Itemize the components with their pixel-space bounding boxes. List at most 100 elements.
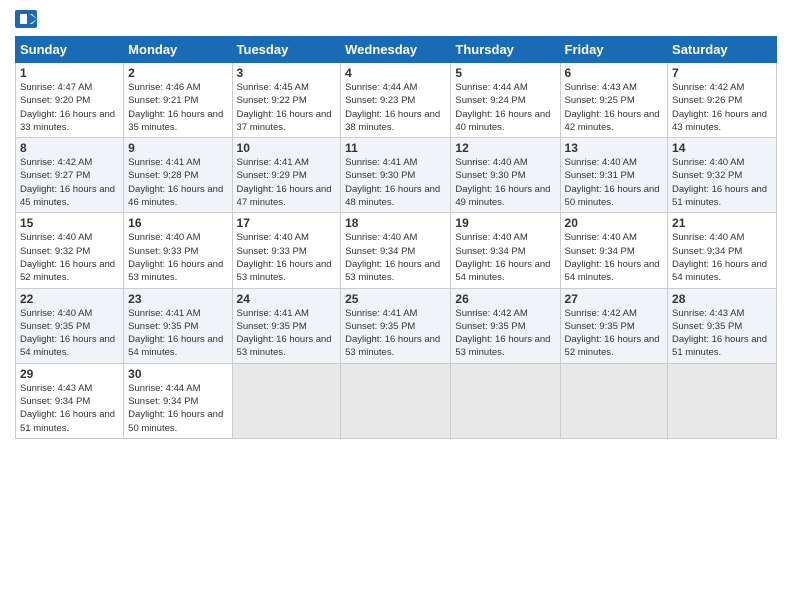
day-info: Sunrise: 4:44 AMSunset: 9:34 PMDaylight:… <box>128 383 223 434</box>
day-number: 20 <box>565 216 664 230</box>
calendar-cell: 10 Sunrise: 4:41 AMSunset: 9:29 PMDaylig… <box>232 138 341 213</box>
day-number: 30 <box>128 367 227 381</box>
week-row-4: 22 Sunrise: 4:40 AMSunset: 9:35 PMDaylig… <box>16 288 777 363</box>
calendar-cell <box>341 363 451 438</box>
week-row-2: 8 Sunrise: 4:42 AMSunset: 9:27 PMDayligh… <box>16 138 777 213</box>
day-number: 28 <box>672 292 772 306</box>
calendar-cell: 29 Sunrise: 4:43 AMSunset: 9:34 PMDaylig… <box>16 363 124 438</box>
day-info: Sunrise: 4:41 AMSunset: 9:35 PMDaylight:… <box>128 308 223 359</box>
calendar-cell: 4 Sunrise: 4:44 AMSunset: 9:23 PMDayligh… <box>341 63 451 138</box>
week-row-1: 1 Sunrise: 4:47 AMSunset: 9:20 PMDayligh… <box>16 63 777 138</box>
calendar-cell: 20 Sunrise: 4:40 AMSunset: 9:34 PMDaylig… <box>560 213 668 288</box>
day-info: Sunrise: 4:41 AMSunset: 9:28 PMDaylight:… <box>128 157 223 208</box>
weekday-header-thursday: Thursday <box>451 37 560 63</box>
day-info: Sunrise: 4:40 AMSunset: 9:35 PMDaylight:… <box>20 308 115 359</box>
day-number: 29 <box>20 367 119 381</box>
calendar-cell <box>560 363 668 438</box>
day-info: Sunrise: 4:44 AMSunset: 9:23 PMDaylight:… <box>345 82 440 133</box>
day-info: Sunrise: 4:41 AMSunset: 9:35 PMDaylight:… <box>237 308 332 359</box>
calendar-cell: 17 Sunrise: 4:40 AMSunset: 9:33 PMDaylig… <box>232 213 341 288</box>
calendar-cell: 16 Sunrise: 4:40 AMSunset: 9:33 PMDaylig… <box>124 213 232 288</box>
day-info: Sunrise: 4:41 AMSunset: 9:29 PMDaylight:… <box>237 157 332 208</box>
day-number: 12 <box>455 141 555 155</box>
day-number: 25 <box>345 292 446 306</box>
calendar-cell: 24 Sunrise: 4:41 AMSunset: 9:35 PMDaylig… <box>232 288 341 363</box>
day-info: Sunrise: 4:40 AMSunset: 9:34 PMDaylight:… <box>565 232 660 283</box>
day-info: Sunrise: 4:40 AMSunset: 9:34 PMDaylight:… <box>672 232 767 283</box>
day-number: 10 <box>237 141 337 155</box>
day-number: 1 <box>20 66 119 80</box>
calendar-cell: 21 Sunrise: 4:40 AMSunset: 9:34 PMDaylig… <box>668 213 777 288</box>
day-info: Sunrise: 4:40 AMSunset: 9:32 PMDaylight:… <box>20 232 115 283</box>
weekday-header-wednesday: Wednesday <box>341 37 451 63</box>
week-row-5: 29 Sunrise: 4:43 AMSunset: 9:34 PMDaylig… <box>16 363 777 438</box>
day-number: 13 <box>565 141 664 155</box>
calendar-cell: 25 Sunrise: 4:41 AMSunset: 9:35 PMDaylig… <box>341 288 451 363</box>
calendar-cell <box>232 363 341 438</box>
calendar-cell <box>451 363 560 438</box>
day-number: 27 <box>565 292 664 306</box>
calendar-cell: 27 Sunrise: 4:42 AMSunset: 9:35 PMDaylig… <box>560 288 668 363</box>
day-info: Sunrise: 4:40 AMSunset: 9:32 PMDaylight:… <box>672 157 767 208</box>
calendar-cell: 7 Sunrise: 4:42 AMSunset: 9:26 PMDayligh… <box>668 63 777 138</box>
day-number: 4 <box>345 66 446 80</box>
day-info: Sunrise: 4:40 AMSunset: 9:30 PMDaylight:… <box>455 157 550 208</box>
calendar: SundayMondayTuesdayWednesdayThursdayFrid… <box>15 36 777 439</box>
calendar-cell: 8 Sunrise: 4:42 AMSunset: 9:27 PMDayligh… <box>16 138 124 213</box>
calendar-cell: 13 Sunrise: 4:40 AMSunset: 9:31 PMDaylig… <box>560 138 668 213</box>
day-info: Sunrise: 4:42 AMSunset: 9:27 PMDaylight:… <box>20 157 115 208</box>
calendar-cell: 9 Sunrise: 4:41 AMSunset: 9:28 PMDayligh… <box>124 138 232 213</box>
day-number: 15 <box>20 216 119 230</box>
weekday-header-saturday: Saturday <box>668 37 777 63</box>
day-info: Sunrise: 4:43 AMSunset: 9:34 PMDaylight:… <box>20 383 115 434</box>
calendar-cell: 19 Sunrise: 4:40 AMSunset: 9:34 PMDaylig… <box>451 213 560 288</box>
calendar-cell: 18 Sunrise: 4:40 AMSunset: 9:34 PMDaylig… <box>341 213 451 288</box>
day-number: 18 <box>345 216 446 230</box>
day-info: Sunrise: 4:44 AMSunset: 9:24 PMDaylight:… <box>455 82 550 133</box>
day-number: 16 <box>128 216 227 230</box>
day-number: 11 <box>345 141 446 155</box>
header <box>15 10 777 28</box>
day-info: Sunrise: 4:40 AMSunset: 9:34 PMDaylight:… <box>345 232 440 283</box>
day-number: 19 <box>455 216 555 230</box>
day-number: 7 <box>672 66 772 80</box>
day-number: 24 <box>237 292 337 306</box>
calendar-cell: 12 Sunrise: 4:40 AMSunset: 9:30 PMDaylig… <box>451 138 560 213</box>
day-number: 26 <box>455 292 555 306</box>
weekday-header-friday: Friday <box>560 37 668 63</box>
calendar-cell: 5 Sunrise: 4:44 AMSunset: 9:24 PMDayligh… <box>451 63 560 138</box>
day-info: Sunrise: 4:42 AMSunset: 9:35 PMDaylight:… <box>565 308 660 359</box>
calendar-cell: 2 Sunrise: 4:46 AMSunset: 9:21 PMDayligh… <box>124 63 232 138</box>
day-number: 6 <box>565 66 664 80</box>
weekday-header-row: SundayMondayTuesdayWednesdayThursdayFrid… <box>16 37 777 63</box>
day-number: 23 <box>128 292 227 306</box>
calendar-cell <box>668 363 777 438</box>
weekday-header-monday: Monday <box>124 37 232 63</box>
day-number: 22 <box>20 292 119 306</box>
calendar-cell: 30 Sunrise: 4:44 AMSunset: 9:34 PMDaylig… <box>124 363 232 438</box>
day-number: 3 <box>237 66 337 80</box>
day-number: 9 <box>128 141 227 155</box>
day-info: Sunrise: 4:41 AMSunset: 9:35 PMDaylight:… <box>345 308 440 359</box>
day-info: Sunrise: 4:40 AMSunset: 9:34 PMDaylight:… <box>455 232 550 283</box>
day-number: 21 <box>672 216 772 230</box>
day-info: Sunrise: 4:40 AMSunset: 9:33 PMDaylight:… <box>237 232 332 283</box>
weekday-header-sunday: Sunday <box>16 37 124 63</box>
calendar-cell: 22 Sunrise: 4:40 AMSunset: 9:35 PMDaylig… <box>16 288 124 363</box>
weekday-header-tuesday: Tuesday <box>232 37 341 63</box>
day-info: Sunrise: 4:42 AMSunset: 9:35 PMDaylight:… <box>455 308 550 359</box>
page: SundayMondayTuesdayWednesdayThursdayFrid… <box>0 0 792 612</box>
calendar-cell: 15 Sunrise: 4:40 AMSunset: 9:32 PMDaylig… <box>16 213 124 288</box>
calendar-cell: 3 Sunrise: 4:45 AMSunset: 9:22 PMDayligh… <box>232 63 341 138</box>
day-number: 14 <box>672 141 772 155</box>
calendar-cell: 1 Sunrise: 4:47 AMSunset: 9:20 PMDayligh… <box>16 63 124 138</box>
logo-icon <box>15 10 37 28</box>
calendar-cell: 14 Sunrise: 4:40 AMSunset: 9:32 PMDaylig… <box>668 138 777 213</box>
logo <box>15 10 39 28</box>
day-info: Sunrise: 4:42 AMSunset: 9:26 PMDaylight:… <box>672 82 767 133</box>
day-info: Sunrise: 4:47 AMSunset: 9:20 PMDaylight:… <box>20 82 115 133</box>
day-number: 5 <box>455 66 555 80</box>
day-info: Sunrise: 4:45 AMSunset: 9:22 PMDaylight:… <box>237 82 332 133</box>
week-row-3: 15 Sunrise: 4:40 AMSunset: 9:32 PMDaylig… <box>16 213 777 288</box>
day-number: 2 <box>128 66 227 80</box>
